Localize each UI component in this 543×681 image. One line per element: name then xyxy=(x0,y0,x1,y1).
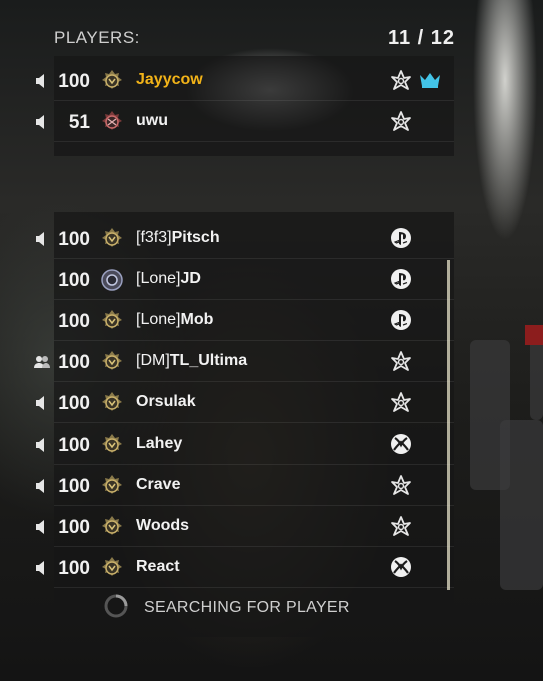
gamertag: Woods xyxy=(136,516,190,534)
player-row[interactable]: 51 uwu xyxy=(30,102,454,142)
player-score: 100 xyxy=(58,516,90,538)
xbox-icon xyxy=(390,556,412,578)
party-icon[interactable] xyxy=(34,354,50,370)
row-divider xyxy=(54,381,454,383)
player-score: 100 xyxy=(58,229,90,250)
player-row[interactable]: 100 React xyxy=(30,548,454,588)
player-row[interactable]: 100 [Lone]JD xyxy=(30,260,454,301)
player-row[interactable]: 100 [DM]TL_Ultima xyxy=(30,342,454,383)
battlenet-icon xyxy=(390,110,412,132)
gamertag: JD xyxy=(180,270,201,288)
player-score: 100 xyxy=(58,557,90,579)
xbox-icon xyxy=(390,433,412,455)
player-row[interactable]: 100 [Lone]Mob xyxy=(30,301,454,342)
speaker-icon[interactable] xyxy=(35,519,49,535)
battlenet-icon xyxy=(390,69,412,91)
row-divider xyxy=(54,100,454,101)
rank-icon xyxy=(100,268,124,292)
speaker-icon[interactable] xyxy=(35,560,49,576)
player-score: 100 xyxy=(58,475,90,497)
player-name[interactable]: [Lone]JD xyxy=(136,270,201,288)
row-divider xyxy=(54,141,454,142)
battlenet-icon xyxy=(390,474,412,496)
player-name[interactable]: Lahey xyxy=(136,435,182,453)
player-score: 100 xyxy=(58,352,90,374)
player-row[interactable]: 100 [f3f3]Pitsch xyxy=(30,219,454,259)
player-name[interactable]: [Lone]Mob xyxy=(136,311,213,329)
rank-icon xyxy=(100,309,124,333)
clan-tag: [DM] xyxy=(136,352,170,370)
player-row[interactable]: 100 Lahey xyxy=(30,425,454,465)
row-divider xyxy=(54,299,454,301)
player-score: 100 xyxy=(58,71,90,92)
gamertag: Mob xyxy=(180,311,214,329)
row-divider xyxy=(54,504,454,506)
gamertag: Crave xyxy=(136,475,181,493)
background-warning-sign xyxy=(525,325,543,345)
gamertag: React xyxy=(136,557,180,575)
rank-icon xyxy=(100,69,124,93)
battlenet-icon xyxy=(390,515,412,537)
player-row[interactable]: 100 Crave xyxy=(30,466,454,506)
crown-icon xyxy=(418,71,442,89)
gamertag: TL_Ultima xyxy=(169,352,248,370)
speaker-icon[interactable] xyxy=(35,73,49,89)
gamertag: uwu xyxy=(136,112,168,129)
playstation-icon xyxy=(390,227,412,249)
battlenet-icon xyxy=(390,391,412,413)
row-divider xyxy=(54,586,454,588)
playstation-icon xyxy=(390,268,412,290)
player-row[interactable]: 100 Orsulak xyxy=(30,383,454,424)
gamertag: Lahey xyxy=(136,434,183,452)
player-name[interactable]: React xyxy=(136,558,180,576)
row-divider xyxy=(54,258,454,259)
gamertag: Orsulak xyxy=(136,393,196,411)
rank-icon xyxy=(100,350,124,374)
player-name[interactable]: [f3f3]Pitsch xyxy=(136,229,220,247)
player-name[interactable]: Woods xyxy=(136,517,189,535)
player-score: 51 xyxy=(68,112,90,133)
player-name[interactable]: uwu xyxy=(136,112,168,130)
battlenet-icon xyxy=(390,350,412,372)
row-divider xyxy=(54,340,454,342)
rank-icon xyxy=(100,227,124,251)
searching-for-player-slot: SEARCHING FOR PLAYER xyxy=(104,594,444,624)
player-score: 100 xyxy=(58,270,90,292)
gamertag: Jayycow xyxy=(136,71,203,88)
player-count: 11 / 12 xyxy=(387,27,455,49)
player-row[interactable]: 100 Woods xyxy=(30,507,454,547)
clan-tag: [Lone] xyxy=(136,270,181,288)
searching-text: SEARCHING FOR PLAYER xyxy=(144,599,350,616)
rank-icon xyxy=(100,474,124,498)
row-divider xyxy=(54,422,454,424)
players-label: PLAYERS: xyxy=(54,28,140,47)
player-name[interactable]: Jayycow xyxy=(136,71,203,89)
clan-tag: [Lone] xyxy=(136,311,181,329)
row-divider xyxy=(54,545,454,547)
speaker-icon[interactable] xyxy=(35,114,49,130)
speaker-icon[interactable] xyxy=(35,231,49,247)
player-score: 100 xyxy=(58,434,90,456)
speaker-icon[interactable] xyxy=(35,395,49,411)
speaker-icon[interactable] xyxy=(35,437,49,453)
rank-icon xyxy=(100,391,124,415)
gamertag: Pitsch xyxy=(171,229,220,246)
clan-tag: [f3f3] xyxy=(136,229,172,246)
player-name[interactable]: Orsulak xyxy=(136,393,196,411)
rank-icon xyxy=(100,433,124,457)
player-row[interactable]: 100 Jayycow xyxy=(30,61,454,101)
speaker-icon[interactable] xyxy=(35,478,49,494)
player-name[interactable]: Crave xyxy=(136,476,180,494)
player-name[interactable]: [DM]TL_Ultima xyxy=(136,352,247,370)
rank-icon xyxy=(100,110,124,134)
player-score: 100 xyxy=(58,311,90,333)
playstation-icon xyxy=(390,309,412,331)
rank-icon xyxy=(100,556,124,580)
row-divider xyxy=(54,463,454,465)
loading-spinner-icon xyxy=(104,594,128,618)
player-score: 100 xyxy=(58,393,90,415)
rank-icon xyxy=(100,515,124,539)
background-seat xyxy=(500,420,543,590)
